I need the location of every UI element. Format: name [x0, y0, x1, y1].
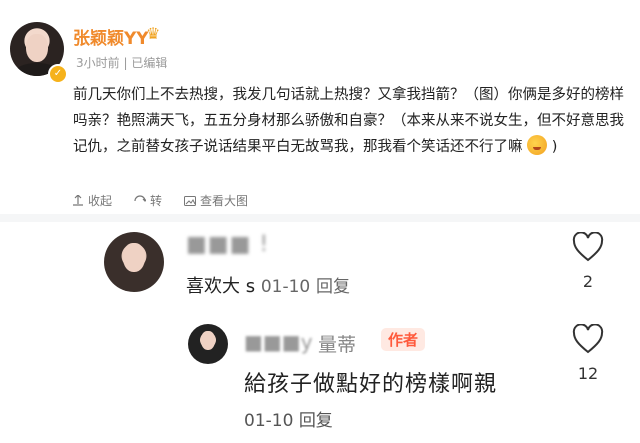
post-text-end: ): [551, 139, 558, 155]
post-timestamp: 3小时前: [76, 56, 120, 70]
emoji-icon: [527, 135, 548, 155]
heart-icon: [572, 231, 604, 262]
avatar-face: [123, 242, 145, 272]
image-icon: [184, 195, 197, 206]
comment-like-count: 2: [582, 272, 594, 291]
crown-icon: ♛: [146, 24, 161, 43]
reply-author-avatar[interactable]: [188, 324, 228, 364]
comment-date: 01-10: [260, 277, 311, 297]
comment-like[interactable]: 2: [570, 231, 606, 291]
view-image-button[interactable]: 查看大图: [184, 192, 248, 209]
collect-icon: [73, 194, 83, 206]
collect-label: 收起: [88, 194, 113, 208]
repost-button[interactable]: 转: [134, 192, 162, 209]
verified-icon: ✓: [48, 64, 68, 84]
reply-like[interactable]: 12: [570, 323, 606, 383]
repost-icon: [134, 194, 147, 202]
commenter-name[interactable]: ■■■ !: [186, 232, 269, 257]
heart-icon: [572, 323, 604, 354]
comment-reply-button[interactable]: 回复: [316, 277, 350, 297]
reply-author-name[interactable]: 量蒂: [318, 330, 356, 357]
commenter-avatar[interactable]: [104, 232, 164, 292]
reply-author-name-masked[interactable]: ■■■y: [244, 330, 313, 354]
reply-text: 給孩子做點好的榜樣啊親: [244, 372, 498, 397]
author-badge: 作者: [381, 328, 426, 351]
avatar-face: [201, 331, 215, 350]
repost-label: 转: [150, 194, 163, 208]
collect-button[interactable]: 收起: [72, 192, 112, 209]
comment-content: 喜欢大 s 01-10 回复: [186, 272, 350, 298]
post-edited: 已编辑: [131, 56, 168, 70]
post-text: 前几天你们上不去热搜，我发几句话就上热搜？又拿我挡箭？（图）你俩是多好的榜样吗亲…: [73, 82, 633, 160]
reply-date: 01-10: [244, 411, 294, 431]
reply-meta: 01-10 回复: [244, 406, 333, 431]
comment-text: 喜欢大 s: [186, 276, 256, 297]
post-actions: 收起 转 查看大图: [72, 192, 270, 209]
reply-like-count: 12: [577, 364, 599, 383]
section-divider: [0, 214, 640, 222]
post-meta: 3小时前 | 已编辑: [76, 54, 167, 71]
avatar-face: [26, 33, 48, 62]
author-name[interactable]: 张颖颖YY: [73, 24, 149, 49]
reply-reply-button[interactable]: 回复: [299, 411, 333, 431]
view-image-label: 查看大图: [200, 194, 249, 208]
